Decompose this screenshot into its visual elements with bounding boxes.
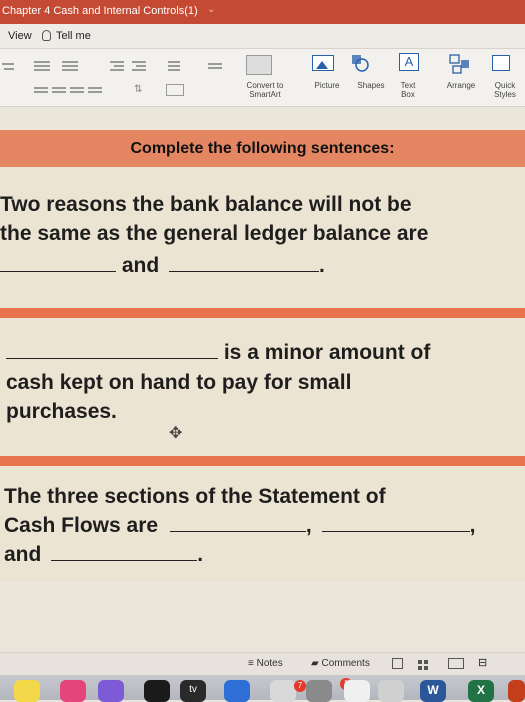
presenter-view-icon[interactable]: ⊟: [478, 658, 489, 669]
chrome-icon[interactable]: [344, 680, 370, 702]
convert-smartart-button[interactable]: Convert to SmartArt: [240, 81, 290, 99]
quick-styles-label-2: Styles: [494, 90, 516, 99]
podcasts-icon[interactable]: [98, 680, 124, 702]
q3-line-2: Cash Flows are , ,: [4, 511, 475, 540]
preview-icon[interactable]: [270, 680, 296, 702]
move-cursor-icon: ✥: [169, 425, 183, 442]
q2-line-3: purchases.: [6, 400, 117, 423]
tell-me-search[interactable]: Tell me: [42, 30, 91, 42]
bullets-icon[interactable]: [34, 59, 54, 73]
slide-heading[interactable]: Complete the following sentences:: [0, 130, 525, 167]
text-box-label-1: Text: [400, 81, 416, 90]
window-title-bar: Chapter 4 Cash and Internal Controls(1) …: [0, 0, 525, 24]
tv-app-icon[interactable]: [144, 680, 170, 702]
comments-button[interactable]: ▰ Comments: [311, 658, 370, 669]
increase-indent-icon[interactable]: [132, 59, 148, 73]
answer-blank[interactable]: [51, 559, 198, 561]
q1-period: .: [319, 254, 325, 277]
q3-comma: ,: [305, 514, 312, 537]
title-chevron-down-icon[interactable]: ⌄: [207, 4, 215, 15]
notes-app-icon[interactable]: [14, 680, 40, 702]
divider-rule-2: [0, 456, 525, 466]
ribbon: ⇅ Convert to SmartArt Picture Shapes A T…: [0, 49, 525, 107]
convert-smartart-label-1: Convert to: [246, 81, 284, 90]
q2-line-1: is a minor amount of: [6, 338, 430, 367]
q3-line-1: The three sections of the Statement of: [4, 485, 386, 508]
q2-line-1-text: is a minor amount of: [223, 341, 431, 364]
convert-smartart-label-2: SmartArt: [249, 90, 281, 99]
tv-label: tv: [189, 684, 197, 695]
answer-blank[interactable]: [169, 270, 320, 272]
q1-line-2: the same as the general ledger balance a…: [0, 222, 429, 245]
numbering-icon[interactable]: [62, 59, 82, 73]
picture-icon[interactable]: [312, 55, 334, 71]
alignment-buttons-icon[interactable]: [34, 85, 108, 97]
q1-line-3: and .: [0, 251, 325, 280]
answer-blank[interactable]: [169, 530, 306, 532]
text-box-icon[interactable]: A: [399, 53, 419, 71]
window-title: Chapter 4 Cash and Internal Controls(1): [2, 5, 198, 17]
q3-line-2-text: Cash Flows are: [4, 514, 159, 537]
quick-styles-label-1: Quick: [494, 81, 516, 90]
quick-styles-button[interactable]: Quick Styles: [488, 81, 522, 99]
arrange-icon[interactable]: [449, 54, 471, 74]
comments-label: Comments: [321, 658, 370, 669]
divider-rule-1: [0, 308, 525, 318]
text-direction-icon[interactable]: ⇅: [134, 84, 152, 96]
line-spacing-icon[interactable]: [164, 59, 182, 73]
notification-badge: 7: [294, 680, 306, 692]
finder-icon[interactable]: [378, 680, 404, 702]
status-bar: ≡ Notes ▰ Comments ⊟: [0, 652, 525, 675]
answer-blank[interactable]: [321, 530, 470, 532]
reading-view-icon[interactable]: [448, 658, 464, 669]
shapes-icon[interactable]: [351, 54, 369, 72]
word-app-icon[interactable]: W: [420, 680, 446, 702]
shapes-button[interactable]: Shapes: [352, 81, 390, 90]
powerpoint-app-icon[interactable]: [508, 680, 525, 702]
answer-blank[interactable]: [0, 270, 116, 272]
arrange-button[interactable]: Arrange: [440, 81, 482, 90]
quick-styles-icon[interactable]: [492, 55, 510, 71]
q1-line-1: Two reasons the bank balance will not be: [0, 193, 412, 216]
columns-icon[interactable]: [208, 59, 228, 73]
answer-blank[interactable]: [6, 357, 218, 359]
text-box-button[interactable]: Text Box: [392, 81, 424, 99]
q1-and-label: and: [121, 254, 160, 277]
dock: tv 7 1 W X: [0, 675, 525, 702]
excel-label: X: [476, 683, 485, 697]
system-preferences-icon[interactable]: [306, 680, 332, 702]
excel-app-icon[interactable]: X: [468, 680, 494, 702]
slide-sorter-icon[interactable]: [418, 658, 429, 670]
tell-me-label: Tell me: [56, 30, 91, 42]
smartart-icon[interactable]: [246, 55, 272, 75]
align-text-icon[interactable]: [166, 84, 184, 96]
picture-button[interactable]: Picture: [308, 81, 346, 90]
text-box-label-2: Box: [401, 90, 415, 99]
itunes-icon[interactable]: [60, 680, 86, 702]
q2-line-2: cash kept on hand to pay for small: [6, 371, 352, 394]
word-label: W: [427, 683, 439, 697]
q3-comma: ,: [469, 514, 476, 537]
notes-label: Notes: [256, 658, 283, 669]
lightbulb-icon: [42, 30, 51, 41]
font-size-icon[interactable]: [2, 61, 16, 73]
app-store-icon[interactable]: [224, 680, 250, 702]
q3-line-3: and .: [4, 540, 203, 569]
menu-bar: View Tell me: [0, 24, 525, 49]
normal-view-icon[interactable]: [392, 658, 403, 669]
q3-period: .: [197, 543, 204, 566]
apple-tv-icon[interactable]: tv: [180, 680, 206, 702]
q3-and-label: and: [4, 543, 42, 566]
notes-button[interactable]: ≡ Notes: [248, 658, 283, 669]
menu-view[interactable]: View: [8, 30, 32, 42]
decrease-indent-icon[interactable]: [110, 59, 126, 73]
